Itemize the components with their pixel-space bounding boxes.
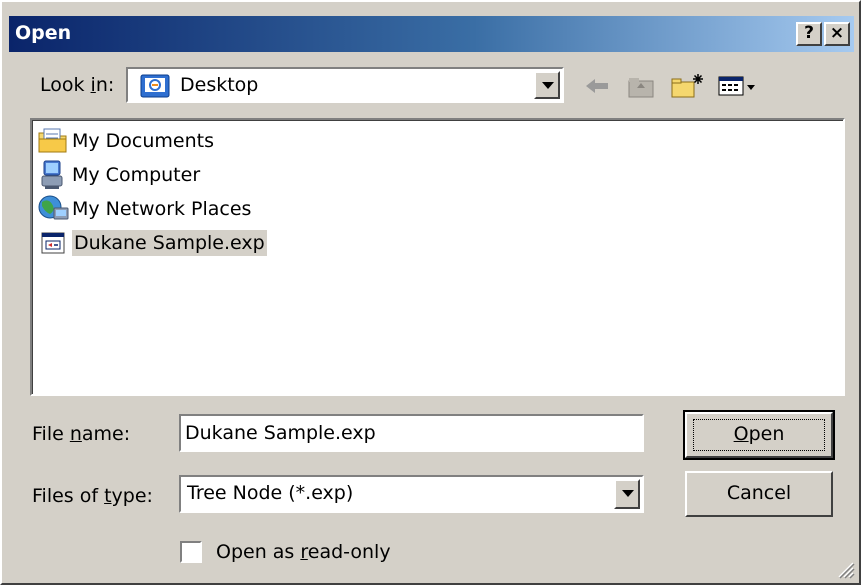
back-arrow-icon [582,79,612,105]
open-dialog: Open ? × Look in: Desktop My Documents M… [0,0,861,585]
list-item-dukane-sample[interactable]: Dukane Sample.exp [36,226,271,259]
look-in-combo[interactable]: Desktop [126,67,564,103]
list-item-my-computer[interactable]: My Computer [36,158,204,191]
views-menu-icon [716,76,768,105]
list-item-label: My Computer [72,163,201,186]
read-only-checkbox[interactable] [180,541,202,563]
file-name-field[interactable] [179,414,644,452]
list-item-label: My Documents [72,129,215,152]
file-type-dropdown-button[interactable] [614,479,640,509]
look-in-dropdown-button[interactable] [534,71,560,99]
open-button[interactable]: Open [683,410,835,460]
look-in-value: Desktop [180,74,259,96]
file-type-value: Tree Node (*.exp) [187,482,354,504]
read-only-label[interactable]: Open as read-only [216,541,391,563]
file-list[interactable]: My Documents My Computer My Network Plac… [30,118,845,396]
title-bar[interactable]: Open ? × [9,16,854,52]
my-computer-icon [36,158,70,191]
exp-file-icon [36,226,70,259]
network-places-icon [36,192,70,225]
help-button[interactable]: ? [796,22,822,46]
list-item-my-documents[interactable]: My Documents [36,124,218,157]
views-menu-button[interactable] [716,72,768,100]
up-folder-icon [626,78,656,105]
back-button[interactable] [582,72,612,100]
list-item-label: Dukane Sample.exp [72,229,267,256]
my-documents-icon [36,124,70,157]
desktop-icon [140,74,170,103]
resize-grip-icon[interactable] [835,559,855,579]
cancel-button[interactable]: Cancel [685,471,833,517]
file-name-label: File name: [32,423,131,445]
new-folder-button[interactable] [670,72,706,100]
list-item-my-network-places[interactable]: My Network Places [36,192,255,225]
close-button[interactable]: × [824,22,850,46]
file-type-combo[interactable]: Tree Node (*.exp) [179,475,644,513]
dialog-title: Open [15,22,72,44]
up-one-level-button[interactable] [626,72,656,100]
new-folder-icon [670,74,706,105]
list-item-label: My Network Places [72,197,252,220]
file-name-input[interactable] [185,419,625,447]
look-in-label: Look in: [40,74,115,96]
file-type-label: Files of type: [32,485,153,507]
